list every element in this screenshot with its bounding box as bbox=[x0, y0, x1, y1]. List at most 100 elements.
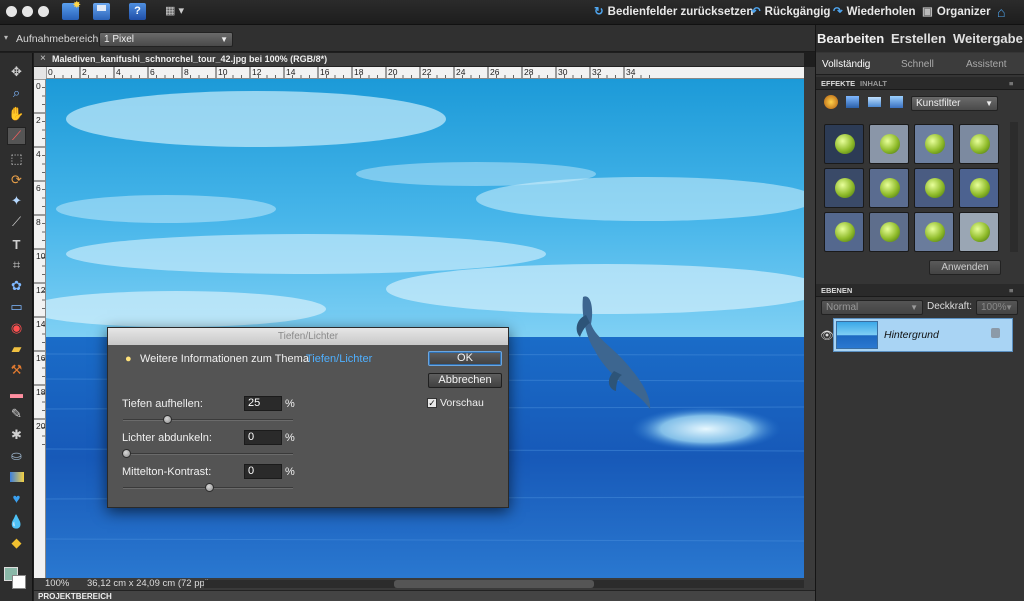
help-link[interactable]: Tiefen/Lichter bbox=[306, 353, 372, 365]
highlights-input[interactable]: 0 bbox=[244, 430, 282, 445]
effect-thumbnail[interactable] bbox=[869, 168, 909, 208]
effect-thumbnail[interactable] bbox=[869, 212, 909, 252]
close-window-button[interactable] bbox=[6, 6, 17, 17]
document-tab[interactable]: × Malediven_kanifushi_schnorchel_tour_42… bbox=[34, 53, 804, 67]
lasso-tool-icon[interactable]: ⟳ bbox=[7, 171, 26, 189]
tab-content[interactable]: INHALT bbox=[860, 79, 887, 88]
filters-icon[interactable] bbox=[824, 95, 838, 109]
effects-scrollbar[interactable] bbox=[1010, 122, 1018, 252]
tab-edit[interactable]: Bearbeiten bbox=[817, 31, 884, 46]
preview-checkbox[interactable]: ✓ bbox=[427, 398, 437, 408]
midtone-contrast-slider-thumb[interactable] bbox=[205, 483, 214, 492]
reset-panels-button[interactable]: ↻ Bedienfelder zurücksetzen bbox=[594, 0, 753, 25]
background-color-swatch[interactable] bbox=[12, 575, 26, 589]
effect-thumbnail[interactable] bbox=[959, 168, 999, 208]
red-eye-tool-icon[interactable]: ◉ bbox=[7, 319, 26, 337]
ruler-label: 26 bbox=[490, 67, 500, 77]
project-bin-bar[interactable]: PROJEKTBEREICH bbox=[34, 590, 815, 601]
layer-row-background[interactable]: Hintergrund bbox=[833, 318, 1013, 352]
filter-category-select[interactable]: Kunstfilter ▼ bbox=[911, 96, 998, 111]
effect-thumbnail[interactable] bbox=[959, 124, 999, 164]
shadows-label: Tiefen aufhellen: bbox=[122, 398, 203, 410]
ruler-origin[interactable] bbox=[34, 67, 46, 79]
eraser-tool-icon[interactable]: ▬ bbox=[7, 384, 26, 402]
vertical-ruler[interactable]: 02468101214161820 bbox=[34, 79, 46, 578]
home-icon[interactable]: ⌂ bbox=[997, 0, 1005, 25]
panel-menu-icon[interactable]: ≡ bbox=[1009, 79, 1013, 88]
ok-button[interactable]: OK bbox=[428, 351, 502, 366]
all-effects-icon[interactable] bbox=[890, 96, 903, 108]
tab-quick-edit[interactable]: Schnell bbox=[901, 59, 934, 70]
paint-bucket-tool-icon[interactable]: ⛀ bbox=[7, 447, 26, 465]
apply-effect-button[interactable]: Anwenden bbox=[929, 260, 1001, 275]
shadows-slider-track[interactable] bbox=[123, 419, 293, 421]
horizontal-scrollbar[interactable] bbox=[204, 580, 804, 588]
undo-button[interactable]: ↶ Rückgängig bbox=[751, 0, 830, 25]
tab-share[interactable]: Weitergabe bbox=[953, 31, 1023, 46]
straighten-tool-icon[interactable]: ▭ bbox=[7, 298, 26, 316]
redo-icon: ↷ bbox=[833, 0, 843, 25]
shadows-input[interactable]: 25 bbox=[244, 396, 282, 411]
layout-menu-icon[interactable]: ▦ ▾ bbox=[165, 3, 187, 20]
shape-tool-icon[interactable]: ♥ bbox=[7, 489, 26, 507]
help-icon[interactable]: ? bbox=[129, 3, 146, 20]
close-document-icon[interactable]: × bbox=[40, 53, 46, 64]
visibility-eye-icon[interactable]: 👁 bbox=[820, 329, 834, 342]
opacity-field[interactable]: 100% ▼ bbox=[976, 300, 1018, 315]
move-tool-icon[interactable]: ✥ bbox=[7, 63, 26, 81]
highlights-slider-track[interactable] bbox=[123, 453, 293, 455]
photo-effects-icon[interactable] bbox=[868, 97, 881, 107]
effect-thumbnail[interactable] bbox=[869, 124, 909, 164]
eyedropper-tool-icon[interactable]: ⟋ bbox=[7, 127, 26, 145]
new-file-icon[interactable]: ✸ bbox=[62, 3, 79, 20]
chevron-down-icon: ▼ bbox=[910, 301, 918, 315]
minimize-window-button[interactable] bbox=[22, 6, 33, 17]
midtone-contrast-input[interactable]: 0 bbox=[244, 464, 282, 479]
cookie-cutter-tool-icon[interactable]: ✿ bbox=[7, 277, 26, 295]
organizer-button[interactable]: ▣ Organizer bbox=[922, 0, 991, 25]
blur-tool-icon[interactable]: 💧 bbox=[7, 513, 26, 531]
tool-preset-icon[interactable]: ▾ bbox=[4, 33, 8, 42]
zoom-tool-icon[interactable]: ⌕ bbox=[7, 84, 26, 102]
effect-thumbnail[interactable] bbox=[914, 168, 954, 208]
hand-tool-icon[interactable]: ✋ bbox=[7, 105, 26, 123]
panel-menu-icon[interactable]: ≡ bbox=[1009, 286, 1013, 295]
effect-thumbnail[interactable] bbox=[914, 212, 954, 252]
shadows-slider-thumb[interactable] bbox=[163, 415, 172, 424]
horizontal-ruler[interactable]: 0246810121416182022242628303234 bbox=[46, 67, 804, 79]
tab-create[interactable]: Erstellen bbox=[891, 31, 946, 46]
tab-guided-edit[interactable]: Assistent bbox=[966, 59, 1007, 70]
tab-full-edit[interactable]: Vollständig bbox=[822, 59, 870, 70]
brush-tool-icon[interactable]: ✎ bbox=[7, 405, 26, 423]
ruler-label: 24 bbox=[456, 67, 466, 77]
ruler-label: 18 bbox=[36, 387, 46, 397]
healing-brush-tool-icon[interactable]: ▰ bbox=[7, 340, 26, 358]
crop-tool-icon[interactable]: ⌗ bbox=[7, 256, 26, 274]
marquee-tool-icon[interactable]: ⬚ bbox=[7, 150, 26, 168]
sponge-tool-icon[interactable]: ◆ bbox=[7, 534, 26, 552]
smart-brush-tool-icon[interactable]: ✱ bbox=[7, 426, 26, 444]
effect-thumbnail[interactable] bbox=[959, 212, 999, 252]
clone-stamp-tool-icon[interactable]: ⚒ bbox=[7, 361, 26, 379]
layer-styles-icon[interactable] bbox=[846, 96, 859, 108]
sample-size-select[interactable]: 1 Pixel ▼ bbox=[99, 32, 233, 47]
redo-button[interactable]: ↷ Wiederholen bbox=[833, 0, 916, 25]
zoom-window-button[interactable] bbox=[38, 6, 49, 17]
effect-thumbnail[interactable] bbox=[824, 212, 864, 252]
zoom-level[interactable]: 100% bbox=[45, 578, 69, 589]
quick-selection-tool-icon[interactable]: ⟋ bbox=[7, 213, 26, 231]
effect-thumbnail[interactable] bbox=[824, 124, 864, 164]
cancel-button[interactable]: Abbrechen bbox=[428, 373, 502, 388]
save-icon[interactable] bbox=[93, 3, 110, 20]
scroll-thumb[interactable] bbox=[394, 580, 594, 588]
effect-thumbnail[interactable] bbox=[914, 124, 954, 164]
blend-mode-select[interactable]: Normal ▼ bbox=[821, 300, 923, 315]
vertical-scrollbar[interactable] bbox=[804, 67, 815, 578]
dialog-title[interactable]: Tiefen/Lichter bbox=[108, 328, 508, 345]
gradient-tool-icon[interactable] bbox=[7, 468, 26, 486]
highlights-slider-thumb[interactable] bbox=[122, 449, 131, 458]
effect-thumbnail[interactable] bbox=[824, 168, 864, 208]
magic-wand-tool-icon[interactable]: ✦ bbox=[7, 192, 26, 210]
tab-effects[interactable]: EFFEKTE bbox=[821, 79, 855, 88]
type-tool-icon[interactable]: T bbox=[7, 235, 26, 253]
